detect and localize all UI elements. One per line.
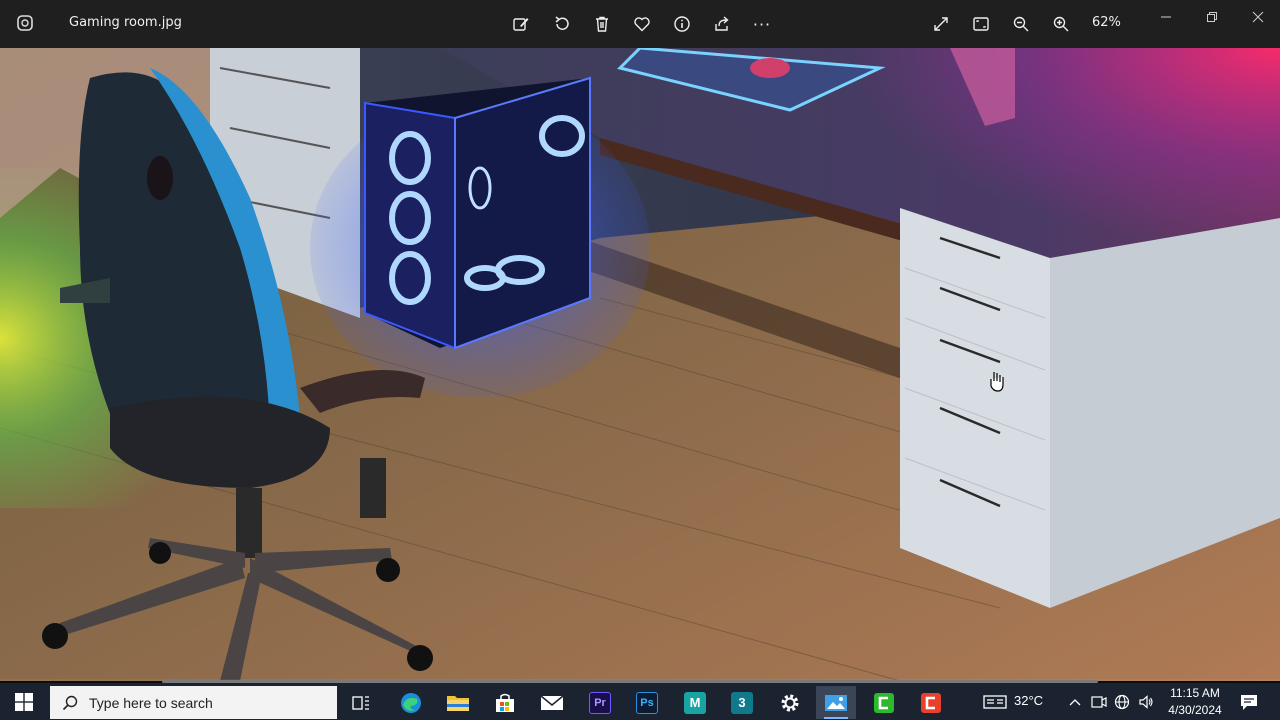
zoom-level[interactable]: 62% xyxy=(1092,15,1121,30)
restore-button[interactable] xyxy=(1200,6,1224,28)
delete-button[interactable] xyxy=(590,12,614,36)
edge-app[interactable] xyxy=(391,686,431,719)
temperature-text[interactable]: 32°C xyxy=(1014,693,1043,708)
camtasia-recorder-app[interactable] xyxy=(864,686,904,719)
photos-title-bar: Gaming room.jpg ··· 62% xyxy=(0,0,1280,48)
volume-button[interactable] xyxy=(1137,692,1155,712)
search-icon xyxy=(62,695,78,710)
microsoft-store-app[interactable] xyxy=(485,686,525,719)
chevron-up-icon xyxy=(1069,699,1081,706)
task-view-icon xyxy=(352,695,369,710)
share-button[interactable] xyxy=(710,12,734,36)
edit-image-button[interactable] xyxy=(509,12,533,36)
notification-center-icon[interactable] xyxy=(1238,691,1260,713)
photos-app[interactable] xyxy=(816,686,856,719)
close-icon xyxy=(1252,11,1264,23)
weather-widget[interactable] xyxy=(982,692,1008,712)
clock-time: 11:15 AM xyxy=(1170,686,1220,700)
clock-date: 4/30/2024 xyxy=(1168,703,1222,717)
share-icon xyxy=(715,16,729,31)
photoshop-icon: Ps xyxy=(636,691,658,714)
fullscreen-icon xyxy=(934,17,948,31)
rotate-button[interactable] xyxy=(550,12,574,36)
favorite-icon xyxy=(634,17,650,32)
more-options-button[interactable]: ··· xyxy=(750,12,774,36)
task-view-button[interactable] xyxy=(341,686,381,719)
photoshop-app[interactable]: Ps xyxy=(627,686,667,719)
zoom-out-icon xyxy=(1013,16,1029,32)
photos-icon xyxy=(825,694,847,711)
photo-viewer-canvas[interactable] xyxy=(0,48,1280,681)
folder-icon xyxy=(447,695,469,711)
minimize-icon xyxy=(1161,16,1171,18)
fit-to-window-icon xyxy=(973,17,989,31)
fit-to-window-button[interactable] xyxy=(969,12,993,36)
speaker-icon xyxy=(1139,695,1153,709)
zoom-out-button[interactable] xyxy=(1009,12,1033,36)
zoom-in-button[interactable] xyxy=(1049,12,1073,36)
camtasia-green-icon xyxy=(874,692,894,713)
search-placeholder: Type here to search xyxy=(89,694,213,711)
info-icon xyxy=(674,16,690,32)
edit-image-icon xyxy=(513,18,529,31)
gaming-room-image xyxy=(0,48,1280,681)
3ds-max-icon: 3 xyxy=(731,691,753,714)
file-title: Gaming room.jpg xyxy=(69,15,182,30)
close-button[interactable] xyxy=(1246,6,1270,28)
network-button[interactable] xyxy=(1113,692,1131,712)
active-app-indicator xyxy=(824,717,848,719)
taskbar-search-box[interactable]: Type here to search xyxy=(50,686,337,719)
favorite-button[interactable] xyxy=(630,12,654,36)
start-button[interactable] xyxy=(0,683,48,720)
windows-taskbar: Type here to search Pr Ps M 3 32°C 11:15… xyxy=(0,683,1280,720)
maya-app[interactable]: M xyxy=(675,686,715,719)
restore-icon xyxy=(1207,12,1217,22)
premiere-pro-app[interactable]: Pr xyxy=(580,686,620,719)
mail-app[interactable] xyxy=(532,686,572,719)
camtasia-editor-app[interactable] xyxy=(911,686,951,719)
zoom-in-icon xyxy=(1053,16,1069,32)
meet-now-button[interactable] xyxy=(1090,692,1108,712)
gear-icon xyxy=(781,694,799,711)
show-hidden-icons-button[interactable] xyxy=(1066,692,1084,712)
3ds-max-app[interactable]: 3 xyxy=(722,686,762,719)
file-explorer-app[interactable] xyxy=(438,686,478,719)
edge-icon xyxy=(401,692,421,713)
camtasia-red-icon xyxy=(921,692,941,713)
settings-app[interactable] xyxy=(770,686,810,719)
info-button[interactable] xyxy=(670,12,694,36)
delete-icon xyxy=(596,16,608,32)
meet-now-icon xyxy=(1091,696,1107,708)
premiere-pro-icon: Pr xyxy=(589,691,611,714)
globe-icon xyxy=(1114,694,1130,710)
photos-app-icon xyxy=(17,15,33,31)
maya-icon: M xyxy=(684,691,706,714)
store-bag-icon xyxy=(496,693,514,712)
windows-logo-icon xyxy=(15,692,33,711)
taskbar-clock[interactable]: 11:15 AM 4/30/2024 xyxy=(1160,685,1230,719)
fullscreen-button[interactable] xyxy=(929,12,953,36)
minimize-button[interactable] xyxy=(1154,6,1178,28)
weather-icon xyxy=(983,695,1007,709)
mail-envelope-icon xyxy=(540,694,564,710)
rotate-icon xyxy=(555,16,569,30)
more-icon: ··· xyxy=(752,14,772,34)
